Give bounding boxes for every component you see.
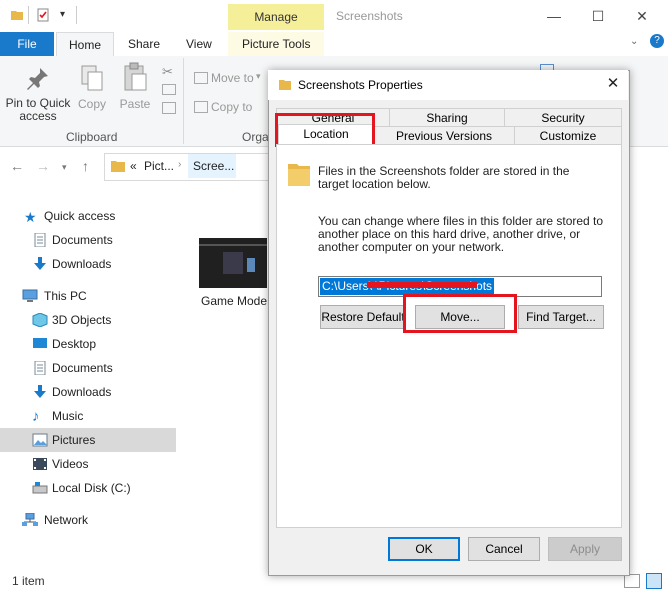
clipboard-group-label: Clipboard: [66, 130, 118, 144]
maximize-icon[interactable]: ☐: [588, 6, 608, 26]
download-icon: [34, 385, 46, 398]
copy-button[interactable]: Copy: [76, 97, 108, 111]
videos-icon: [33, 458, 47, 470]
find-target-button[interactable]: Find Target...: [518, 305, 604, 329]
apply-button[interactable]: Apply: [548, 537, 622, 561]
pin-to-quick-access-button[interactable]: Pin to Quick access: [4, 97, 72, 123]
tab-share[interactable]: Share: [128, 32, 160, 56]
nav-local-disk[interactable]: Local Disk (C:): [0, 476, 176, 500]
large-icons-view-icon[interactable]: [646, 573, 662, 589]
window-title: Screenshots: [336, 9, 403, 23]
folder-icon: [288, 164, 310, 186]
tab-picture-tools[interactable]: Picture Tools: [242, 32, 310, 56]
paste-icon[interactable]: [122, 62, 148, 92]
location-change-text: You can change where files in this folde…: [318, 214, 604, 254]
copy-to-button[interactable]: Copy to: [211, 100, 252, 114]
details-view-icon[interactable]: [624, 574, 640, 588]
ok-button[interactable]: OK: [388, 537, 460, 561]
move-button-highlight: [403, 294, 517, 333]
nav-desktop[interactable]: Desktop: [0, 332, 176, 356]
desktop-icon: [33, 338, 47, 348]
breadcrumb-overflow[interactable]: «: [130, 159, 137, 173]
pin-icon[interactable]: [26, 66, 50, 92]
thumb-window: [223, 252, 243, 274]
context-tab-group-manage: Manage: [228, 4, 324, 30]
pictures-icon: [32, 433, 48, 447]
documents-icon: [34, 233, 46, 247]
close-icon[interactable]: ✕: [632, 6, 652, 26]
documents-icon: [34, 361, 46, 375]
qat-dropdown-icon[interactable]: ▾: [60, 9, 65, 20]
breadcrumb-pictures[interactable]: Pict...: [144, 159, 174, 173]
computer-icon: [22, 289, 38, 302]
star-icon: ★: [24, 209, 37, 225]
up-arrow-icon[interactable]: ↑: [82, 158, 89, 174]
cube-icon: [32, 313, 48, 327]
file-thumbnail[interactable]: [199, 238, 267, 288]
ribbon-divider: [183, 58, 184, 144]
breadcrumb-screenshots[interactable]: Scree...: [193, 159, 234, 173]
status-item-count: 1 item: [12, 574, 45, 588]
address-bar[interactable]: [104, 153, 270, 181]
nav-qa-documents[interactable]: Documents: [0, 228, 176, 252]
back-arrow-icon[interactable]: ←: [10, 158, 24, 174]
tab-customize[interactable]: Customize: [514, 126, 622, 146]
qat-divider-2: [76, 6, 77, 24]
organize-group-label: Orga: [242, 130, 269, 144]
breadcrumb-separator-icon[interactable]: ›: [178, 159, 181, 170]
copy-icon[interactable]: [80, 64, 104, 92]
nav-music[interactable]: ♪ Music: [0, 404, 176, 428]
move-to-dropdown-icon[interactable]: ▾: [256, 71, 261, 82]
redaction-mark: [367, 282, 477, 288]
nav-qa-downloads[interactable]: Downloads: [0, 252, 176, 276]
move-to-button[interactable]: Move to: [211, 71, 254, 85]
location-info-text: Files in the Screenshots folder are stor…: [318, 164, 570, 191]
drive-icon: [32, 482, 48, 494]
location-tab-highlight: [275, 113, 375, 147]
nav-this-pc[interactable]: This PC: [0, 284, 176, 308]
folder-icon: [111, 161, 125, 172]
forward-arrow-icon[interactable]: →: [36, 158, 50, 174]
nav-pictures[interactable]: Pictures: [0, 428, 176, 452]
move-to-icon: [194, 72, 208, 84]
nav-downloads[interactable]: Downloads: [0, 380, 176, 404]
tab-security[interactable]: Security: [504, 108, 622, 128]
paste-button[interactable]: Paste: [118, 97, 152, 111]
nav-videos[interactable]: Videos: [0, 452, 176, 476]
paste-shortcut-icon[interactable]: [162, 102, 176, 114]
network-icon: [22, 513, 38, 526]
nav-quick-access[interactable]: ★ Quick access: [0, 204, 176, 228]
file-name-label[interactable]: Game Mode...: [201, 294, 277, 308]
tab-view[interactable]: View: [186, 32, 212, 56]
qat-divider: [28, 6, 29, 24]
thumb-toolbar: [199, 244, 267, 246]
explorer-title-bar: [0, 0, 668, 32]
restore-default-button[interactable]: Restore Default: [320, 305, 406, 329]
tab-sharing[interactable]: Sharing: [389, 108, 505, 128]
folder-icon[interactable]: [10, 8, 24, 22]
folder-icon: [279, 80, 291, 90]
copy-path-icon[interactable]: [162, 84, 176, 95]
thumb-panel: [247, 258, 255, 272]
tab-previous-versions[interactable]: Previous Versions: [373, 126, 515, 146]
ribbon-collapse-icon[interactable]: ⌄: [630, 36, 638, 47]
nav-3d-objects[interactable]: 3D Objects: [0, 308, 176, 332]
nav-network[interactable]: Network: [0, 508, 176, 532]
tab-home[interactable]: Home: [56, 32, 114, 58]
recent-locations-icon[interactable]: ▾: [62, 162, 67, 173]
nav-documents[interactable]: Documents: [0, 356, 176, 380]
dialog-close-icon[interactable]: ✕: [603, 74, 623, 94]
properties-icon[interactable]: [36, 8, 50, 22]
location-tab-panel: [276, 144, 622, 528]
download-icon: [34, 257, 46, 270]
help-icon[interactable]: ?: [650, 34, 664, 48]
dialog-title: Screenshots Properties: [298, 78, 423, 92]
cancel-button[interactable]: Cancel: [468, 537, 540, 561]
minimize-icon[interactable]: —: [544, 6, 564, 26]
cut-icon[interactable]: ✂: [162, 64, 173, 80]
copy-to-icon: [194, 101, 208, 113]
music-icon: ♪: [32, 408, 40, 425]
tab-file[interactable]: File: [0, 32, 54, 56]
